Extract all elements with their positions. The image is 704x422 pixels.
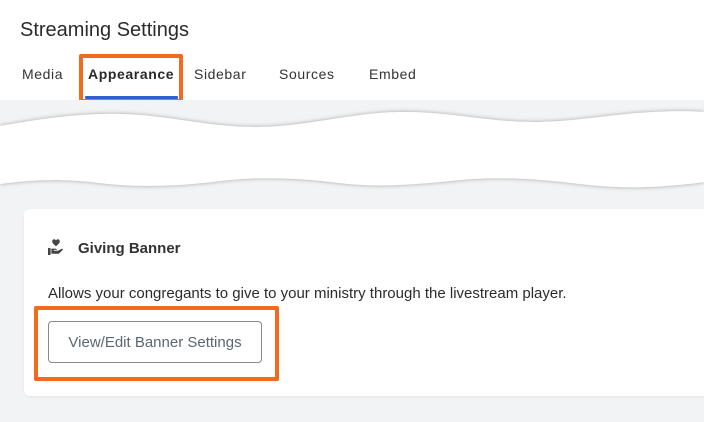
hand-heart-icon bbox=[48, 239, 63, 255]
tab-embed[interactable]: Embed bbox=[369, 66, 416, 82]
streaming-settings-page: Streaming Settings Media Appearance Side… bbox=[0, 0, 704, 422]
tab-sources[interactable]: Sources bbox=[279, 66, 335, 82]
page-title: Streaming Settings bbox=[20, 19, 189, 41]
active-tab-indicator bbox=[85, 96, 178, 99]
tab-appearance[interactable]: Appearance bbox=[88, 66, 174, 82]
torn-page-break bbox=[0, 111, 704, 188]
card-description: Allows your congregants to give to your … bbox=[48, 285, 567, 302]
tab-media[interactable]: Media bbox=[22, 66, 63, 82]
tab-bar: Media Appearance Sidebar Sources Embed bbox=[0, 60, 704, 100]
view-edit-banner-settings-button[interactable]: View/Edit Banner Settings bbox=[48, 321, 262, 363]
header: Streaming Settings Media Appearance Side… bbox=[0, 0, 704, 100]
card-title: Giving Banner bbox=[78, 240, 181, 257]
tab-sidebar[interactable]: Sidebar bbox=[194, 66, 246, 82]
giving-banner-card: Giving Banner Allows your congregants to… bbox=[24, 209, 704, 396]
